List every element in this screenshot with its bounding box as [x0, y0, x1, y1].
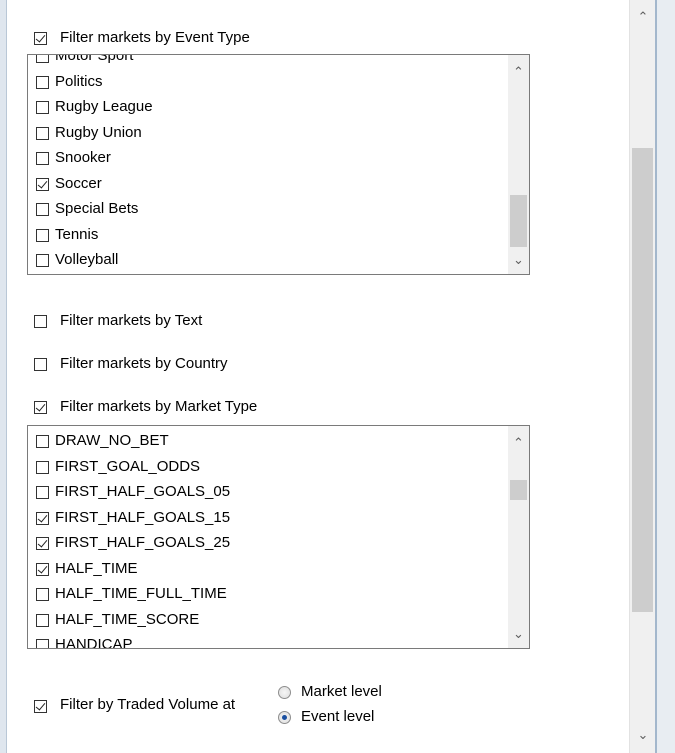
chevron-up-icon[interactable]: ⌃ — [508, 63, 529, 81]
market-type-filter-checkbox[interactable] — [34, 401, 47, 414]
list-item-label: FIRST_HALF_GOALS_25 — [55, 534, 231, 551]
chevron-up-icon[interactable]: ⌃ — [508, 434, 529, 452]
event-type-list-items: Motor Sport Politics Rugby League Rugby Uni… — [28, 55, 507, 274]
list-item-checkbox[interactable] — [36, 460, 49, 474]
chevron-up-icon[interactable]: ⌃ — [630, 8, 656, 26]
market-type-list-items: DRAW_NO_BET FIRST_GOAL_ODDS FIRST_HALF_GOA… — [28, 426, 507, 648]
market-level-radio[interactable] — [278, 686, 291, 699]
window-frame — [657, 0, 675, 753]
list-item-label: Volleyball — [55, 251, 119, 268]
list-item-label: Tennis — [55, 225, 99, 243]
list-item-checkbox[interactable] — [36, 152, 49, 165]
market-type-list-scrollbar[interactable]: ⌃ ⌄ — [508, 426, 529, 648]
list-item-checkbox[interactable] — [36, 101, 49, 114]
list-item-label: HALF_TIME_FULL_TIME — [55, 585, 227, 602]
chevron-down-icon[interactable]: ⌄ — [630, 726, 656, 744]
list-item-checkbox[interactable] — [36, 203, 49, 216]
text-filter-checkbox[interactable] — [34, 315, 47, 328]
list-item-label: FIRST_HALF_GOALS_15 — [55, 508, 231, 526]
market-type-filter-label: Filter markets by Market Type — [60, 398, 258, 415]
country-filter-checkbox[interactable] — [34, 358, 47, 371]
event-type-filter-checkbox[interactable] — [34, 32, 47, 45]
list-item-checkbox[interactable] — [36, 562, 49, 576]
list-item-label: FIRST_GOAL_ODDS — [55, 457, 201, 475]
list-item-checkbox[interactable] — [36, 126, 49, 140]
traded-volume-filter-label: Filter by Traded Volume at — [60, 696, 236, 713]
list-item-checkbox[interactable] — [36, 177, 49, 191]
list-item-checkbox[interactable] — [36, 639, 49, 648]
event-level-radio[interactable] — [278, 711, 291, 724]
list-item-label: Special Bets — [55, 200, 139, 217]
list-item-label: DRAW_NO_BET — [55, 432, 169, 449]
list-item-label: Soccer — [55, 174, 102, 192]
list-item-label: FIRST_HALF_GOALS_05 — [55, 483, 231, 500]
filter-panel: Filter markets by Event Type Motor Sport… — [0, 0, 675, 753]
event-type-list-scroll-thumb[interactable] — [510, 195, 527, 247]
panel-scroll-thumb[interactable] — [632, 148, 653, 612]
chevron-down-icon[interactable]: ⌄ — [508, 251, 529, 269]
list-item-label: Rugby Union — [55, 123, 142, 141]
list-item-label: Rugby League — [55, 98, 153, 115]
list-item-checkbox[interactable] — [36, 537, 49, 550]
list-item-checkbox[interactable] — [36, 511, 49, 525]
list-item-checkbox[interactable] — [36, 486, 49, 499]
chevron-down-icon[interactable]: ⌄ — [508, 625, 529, 643]
list-item-checkbox[interactable] — [36, 55, 49, 63]
panel-left-border — [0, 0, 7, 753]
text-filter-label: Filter markets by Text — [60, 312, 203, 329]
market-level-label: Market level — [301, 683, 382, 700]
list-item-label: HALF_TIME — [55, 559, 138, 577]
market-type-list-scroll-thumb[interactable] — [510, 480, 527, 500]
panel-scrollbar[interactable]: ⌃ ⌄ — [629, 0, 656, 753]
list-item-label: Motor Sport — [55, 55, 134, 64]
event-type-list[interactable]: Motor Sport Politics Rugby League Rugby Uni… — [27, 54, 530, 275]
event-type-filter-label: Filter markets by Event Type — [60, 29, 250, 46]
market-type-list[interactable]: DRAW_NO_BET FIRST_GOAL_ODDS FIRST_HALF_GOA… — [27, 425, 530, 649]
traded-volume-filter-checkbox[interactable] — [34, 700, 47, 713]
list-item-checkbox[interactable] — [36, 228, 49, 242]
country-filter-label: Filter markets by Country — [60, 355, 228, 372]
event-level-label: Event level — [301, 708, 375, 725]
list-item-label: Snooker — [55, 149, 111, 166]
list-item-checkbox[interactable] — [36, 613, 49, 627]
list-item-checkbox[interactable] — [36, 75, 49, 89]
list-item-checkbox[interactable] — [36, 254, 49, 267]
list-item-checkbox[interactable] — [36, 588, 49, 601]
list-item-label: Politics — [55, 72, 103, 90]
list-item-label: HANDICAP — [55, 636, 133, 648]
list-item-checkbox[interactable] — [36, 435, 49, 448]
event-type-list-scrollbar[interactable]: ⌃ ⌄ — [508, 55, 529, 274]
list-item-label: HALF_TIME_SCORE — [55, 610, 200, 628]
